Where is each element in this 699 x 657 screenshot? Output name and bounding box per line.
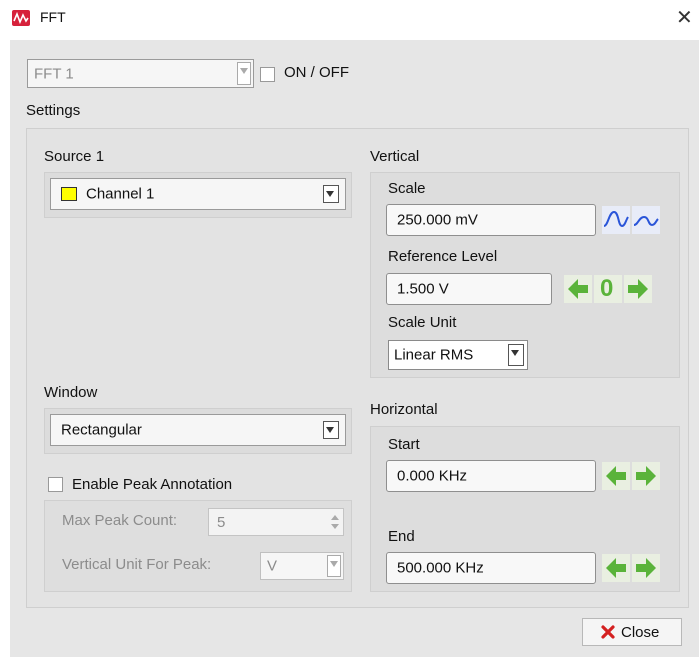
end-label: End <box>388 528 415 545</box>
chevron-down-icon[interactable] <box>327 555 341 577</box>
fft-select-value: FFT 1 <box>34 65 74 82</box>
reference-level-value: 1.500 V <box>397 280 449 298</box>
onoff-checkbox[interactable] <box>260 67 275 82</box>
start-right-button[interactable] <box>632 462 660 490</box>
enable-peak-label: Enable Peak Annotation <box>72 476 233 493</box>
end-field[interactable]: 500.000 KHz <box>386 552 596 584</box>
source-select-value: Channel 1 <box>86 185 155 203</box>
red-x-icon <box>601 625 615 639</box>
vertical-label: Vertical <box>370 148 420 165</box>
spin-arrows-icon[interactable] <box>329 511 341 533</box>
start-left-button[interactable] <box>602 462 630 490</box>
arrow-left-icon <box>606 466 626 486</box>
horizontal-label: Horizontal <box>370 401 438 418</box>
fft-select[interactable]: FFT 1 <box>27 59 254 88</box>
scale-field[interactable]: 250.000 mV <box>386 204 596 236</box>
app-logo-icon <box>12 10 30 26</box>
end-right-button[interactable] <box>632 554 660 582</box>
reference-zero-button[interactable]: 0 <box>594 275 622 303</box>
scale-unit-label: Scale Unit <box>388 314 457 331</box>
settings-label: Settings <box>26 102 81 119</box>
title-bar: FFT ✕ <box>0 0 699 36</box>
start-label: Start <box>388 436 420 453</box>
source-label: Source 1 <box>44 148 105 165</box>
onoff-label: ON / OFF <box>284 64 349 81</box>
end-left-button[interactable] <box>602 554 630 582</box>
start-field[interactable]: 0.000 KHz <box>386 460 596 492</box>
max-peak-value: 5 <box>217 514 226 531</box>
vertical-unit-peak-select[interactable]: V <box>260 552 344 580</box>
scale-label: Scale <box>388 180 426 197</box>
max-peak-label: Max Peak Count: <box>62 512 178 529</box>
scale-value: 250.000 mV <box>397 211 478 229</box>
close-button-label: Close <box>621 624 660 641</box>
chevron-down-icon[interactable] <box>237 62 251 85</box>
close-button[interactable]: Close <box>582 618 682 646</box>
chevron-down-icon[interactable] <box>323 185 339 203</box>
reference-left-button[interactable] <box>564 275 592 303</box>
arrow-right-icon <box>636 466 656 486</box>
arrow-left-icon <box>568 279 588 299</box>
arrow-left-icon <box>606 558 626 578</box>
sine-small-icon <box>633 215 659 227</box>
end-value: 500.000 KHz <box>397 559 484 577</box>
chevron-down-icon[interactable] <box>323 421 339 439</box>
channel-color-swatch <box>61 187 77 201</box>
window-close-icon[interactable]: ✕ <box>676 5 693 30</box>
arrow-right-icon <box>628 279 648 299</box>
scale-unit-select[interactable]: Linear RMS <box>388 340 528 370</box>
window-label: Window <box>44 384 98 401</box>
enable-peak-checkbox[interactable] <box>48 477 63 492</box>
dialog-body: FFT 1 ON / OFF Settings Source 1 Channel… <box>10 40 699 657</box>
vertical-unit-peak-value: V <box>267 557 278 575</box>
scale-unit-value: Linear RMS <box>394 346 474 364</box>
window-select-value: Rectangular <box>61 421 142 439</box>
window-title: FFT <box>40 9 66 25</box>
vertical-unit-peak-label: Vertical Unit For Peak: <box>62 556 212 573</box>
scale-decrease-button[interactable] <box>632 206 660 234</box>
max-peak-spinbox[interactable]: 5 <box>208 508 344 536</box>
scale-increase-button[interactable] <box>602 206 630 234</box>
chevron-down-icon[interactable] <box>508 344 524 366</box>
reference-right-button[interactable] <box>624 275 652 303</box>
window-select[interactable]: Rectangular <box>50 414 346 446</box>
zero-icon: 0 <box>600 275 614 302</box>
source-select[interactable]: Channel 1 <box>50 178 346 210</box>
reference-level-field[interactable]: 1.500 V <box>386 273 552 305</box>
arrow-right-icon <box>636 558 656 578</box>
start-value: 0.000 KHz <box>397 467 468 485</box>
sine-large-icon <box>603 210 629 228</box>
reference-level-label: Reference Level <box>388 248 498 265</box>
